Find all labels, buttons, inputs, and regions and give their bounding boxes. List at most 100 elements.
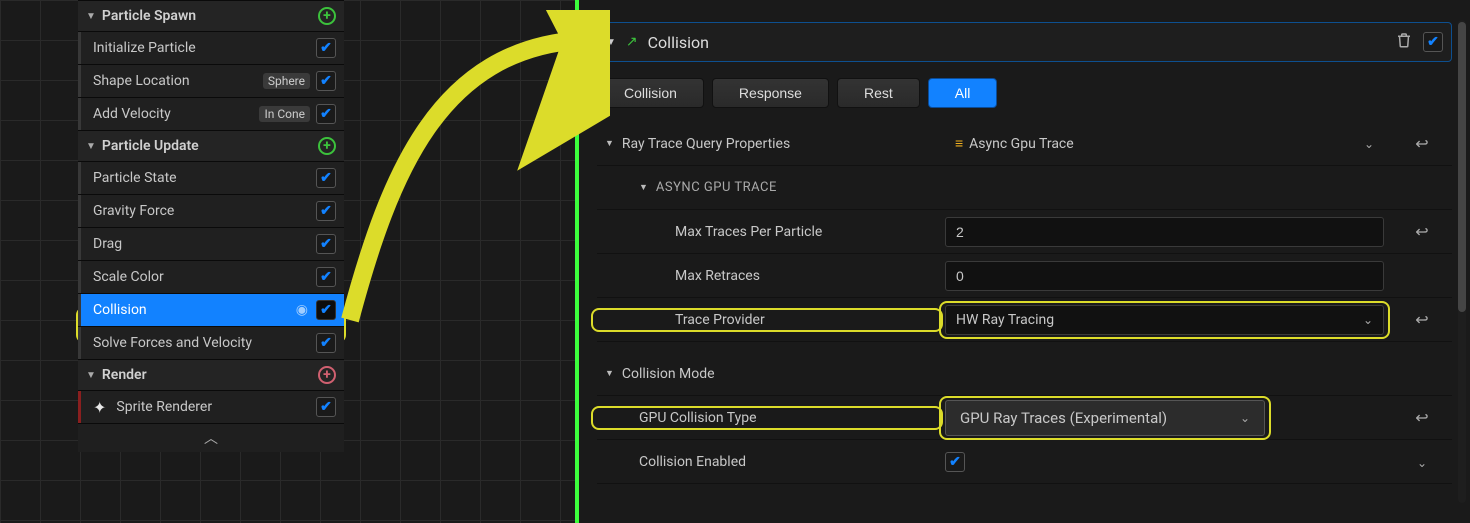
chevron-down-icon: ⌄ — [1240, 411, 1250, 425]
caret-down-icon: ▼ — [86, 370, 96, 381]
trash-icon[interactable] — [1395, 31, 1413, 53]
add-module-icon[interactable]: + — [318, 137, 336, 155]
module-label: Gravity Force — [93, 203, 310, 219]
visibility-icon[interactable]: ◉ — [296, 302, 308, 318]
module-strip — [78, 294, 81, 326]
label-async-header: ▼ ASYNC GPU TRACE — [597, 180, 1452, 195]
module-gravity-force[interactable]: Gravity Force ✔ — [78, 194, 344, 227]
section-title: Particle Spawn — [102, 8, 318, 24]
collapse-bar[interactable]: ︿ — [78, 423, 344, 452]
module-strip — [78, 98, 81, 130]
module-strip — [78, 162, 81, 194]
module-strip — [78, 65, 81, 97]
reset-icon[interactable]: ↩ — [1392, 310, 1452, 329]
details-panel: ▼ ↗ Collision ✔ Collision Response Rest All… — [579, 0, 1470, 523]
module-solve-forces-and-velocity[interactable]: Solve Forces and Velocity ✔ — [78, 326, 344, 359]
module-checkbox[interactable]: ✔ — [316, 71, 336, 91]
goto-icon[interactable]: ↗ — [626, 34, 638, 50]
module-label: Drag — [93, 236, 310, 252]
add-module-icon[interactable]: + — [318, 366, 336, 384]
scrollbar[interactable] — [1458, 20, 1466, 503]
category-filter-row: Collision Response Rest All — [597, 78, 1452, 108]
module-label: Sprite Renderer — [116, 399, 310, 415]
sprite-icon: ✦ — [93, 398, 106, 417]
chevron-down-icon: ⌄ — [1363, 313, 1373, 327]
add-module-icon[interactable]: + — [318, 7, 336, 25]
label-gpu-collision-type: GPU Collision Type — [597, 410, 937, 426]
module-strip — [78, 391, 81, 423]
module-particle-state[interactable]: Particle State ✔ — [78, 161, 344, 194]
dropdown-gpu-collision-type[interactable]: GPU Ray Traces (Experimental) ⌄ — [945, 400, 1265, 436]
module-checkbox[interactable]: ✔ — [316, 38, 336, 58]
caret-down-icon[interactable]: ▼ — [639, 182, 648, 193]
module-strip — [78, 327, 81, 359]
module-checkbox[interactable]: ✔ — [316, 397, 336, 417]
module-label: Particle State — [93, 170, 310, 186]
module-strip — [78, 195, 81, 227]
panel-divider-highlight — [575, 0, 579, 523]
filter-all[interactable]: All — [928, 78, 998, 108]
reset-icon[interactable]: ↩ — [1392, 134, 1452, 153]
module-add-velocity[interactable]: Add VelocityIn Cone✔ — [78, 97, 344, 130]
row-trace-provider: Trace Provider HW Ray Tracing ⌄ ↩ — [597, 298, 1452, 342]
caret-down-icon[interactable]: ▼ — [606, 37, 616, 48]
section-header-particle-update[interactable]: ▼ Particle Update + — [78, 130, 344, 161]
section-title: Render — [102, 367, 318, 383]
caret-down-icon[interactable]: ▼ — [605, 368, 614, 379]
input-max-retraces[interactable] — [945, 261, 1384, 291]
scrollbar-thumb[interactable] — [1458, 22, 1466, 312]
module-drag[interactable]: Drag ✔ — [78, 227, 344, 260]
input-max-traces[interactable] — [945, 217, 1384, 247]
module-label: Initialize Particle — [93, 40, 310, 56]
filter-rest[interactable]: Rest — [837, 78, 920, 108]
row-max-traces: Max Traces Per Particle ↩ — [597, 210, 1452, 254]
module-strip — [78, 228, 81, 260]
row-async-gpu-trace-header: ▼ ASYNC GPU TRACE — [597, 166, 1452, 210]
label-collision-mode: ▼ Collision Mode — [597, 366, 1452, 382]
caret-down-icon: ▼ — [86, 11, 96, 22]
dropdown-trace-provider[interactable]: HW Ray Tracing ⌄ — [945, 305, 1384, 335]
module-checkbox[interactable]: ✔ — [316, 104, 336, 124]
module-enabled-checkbox[interactable]: ✔ — [1423, 32, 1443, 52]
section-header-render[interactable]: ▼ Render + — [78, 359, 344, 390]
dropdown-ray-trace-query[interactable]: ≡Async Gpu Trace ⌄ — [945, 129, 1384, 158]
module-stack-panel: ▼ Particle Spawn +Initialize Particle✔Sh… — [78, 0, 344, 452]
checkbox-collision-enabled[interactable]: ✔ — [945, 452, 965, 472]
module-scale-color[interactable]: Scale Color ✔ — [78, 260, 344, 293]
module-checkbox[interactable]: ✔ — [316, 201, 336, 221]
row-ray-trace-query: ▼ Ray Trace Query Properties ≡Async Gpu … — [597, 122, 1452, 166]
module-label: Solve Forces and Velocity — [93, 335, 310, 351]
module-label: Collision — [93, 302, 290, 318]
module-strip — [78, 32, 81, 64]
row-max-retraces: Max Retraces — [597, 254, 1452, 298]
chevron-down-icon[interactable]: ⌄ — [1417, 456, 1427, 470]
module-initialize-particle[interactable]: Initialize Particle ✔ — [78, 31, 344, 64]
caret-down-icon[interactable]: ▼ — [605, 138, 614, 149]
label-collision-enabled: Collision Enabled — [597, 454, 937, 470]
label-max-traces: Max Traces Per Particle — [597, 224, 937, 240]
filter-collision[interactable]: Collision — [597, 78, 704, 108]
module-label: Scale Color — [93, 269, 310, 285]
details-header: ▼ ↗ Collision ✔ — [597, 22, 1452, 62]
caret-down-icon: ▼ — [86, 141, 96, 152]
row-collision-enabled: Collision Enabled ✔ ⌄ — [597, 440, 1452, 484]
module-label: Add Velocity — [93, 106, 253, 122]
section-header-particle-spawn[interactable]: ▼ Particle Spawn + — [78, 0, 344, 31]
filter-response[interactable]: Response — [712, 78, 829, 108]
reset-icon[interactable]: ↩ — [1392, 222, 1452, 241]
details-title: Collision — [648, 33, 1385, 52]
module-collision[interactable]: Collision ◉ ✔ — [78, 293, 344, 326]
module-shape-location[interactable]: Shape LocationSphere✔ — [78, 64, 344, 97]
module-sprite-renderer[interactable]: ✦ Sprite Renderer ✔ — [78, 390, 344, 423]
module-badge: Sphere — [263, 73, 310, 89]
module-checkbox[interactable]: ✔ — [316, 168, 336, 188]
module-checkbox[interactable]: ✔ — [316, 300, 336, 320]
label-trace-provider: Trace Provider — [597, 312, 937, 328]
module-checkbox[interactable]: ✔ — [316, 333, 336, 353]
chevron-down-icon: ⌄ — [1364, 137, 1374, 151]
module-strip — [78, 261, 81, 293]
database-icon: ≡ — [955, 136, 963, 152]
reset-icon[interactable]: ↩ — [1392, 408, 1452, 427]
module-checkbox[interactable]: ✔ — [316, 234, 336, 254]
module-checkbox[interactable]: ✔ — [316, 267, 336, 287]
